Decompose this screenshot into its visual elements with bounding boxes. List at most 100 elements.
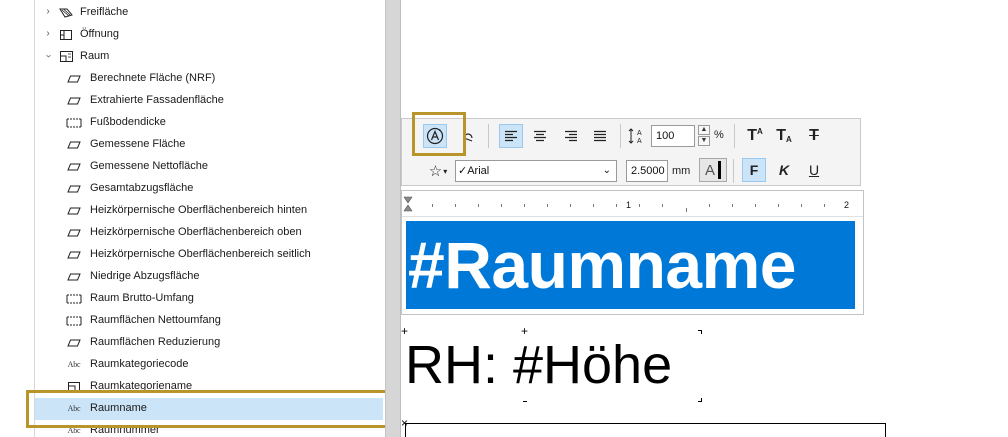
subscript-sub: A	[786, 135, 792, 144]
tree-item-child[interactable]: Berechnete Fläche (NRF)	[0, 68, 383, 90]
line-spacing-input[interactable]: 100	[651, 125, 695, 147]
bold-button[interactable]: F	[742, 158, 766, 182]
tree-item-child[interactable]: Heizkörpernische Oberflächenbereich oben	[0, 222, 383, 244]
tree-item-label: Heizkörpernische Oberflächenbereich seit…	[90, 248, 311, 260]
room-icon	[58, 50, 74, 63]
chevron-right-icon[interactable]: ›	[42, 6, 54, 18]
area-icon	[66, 226, 82, 239]
tree-item-child[interactable]: Gesamtabzugsfläche	[0, 178, 383, 200]
checkmark-icon: ✓	[458, 165, 468, 177]
tree-item-child[interactable]: Raumflächen Reduzierung	[0, 332, 383, 354]
next-text-frame[interactable]	[405, 423, 886, 437]
align-left-button[interactable]	[499, 124, 523, 148]
font-size-input[interactable]: 2.5000	[626, 160, 668, 182]
superscript-button[interactable]: TA	[743, 124, 767, 148]
property-tree-panel: › Freifläche › Öffnung › Raum Berechnete	[0, 0, 393, 437]
autotext-button[interactable]	[423, 124, 447, 148]
frame-corner	[698, 330, 702, 334]
area-icon	[66, 182, 82, 195]
superscript-sup: A	[757, 127, 763, 136]
area-icon	[66, 160, 82, 173]
tree-item-child[interactable]: Gemessene Nettofläche	[0, 156, 383, 178]
ruler-mark-2: 2	[844, 200, 850, 210]
tree-item-label: Gesamtabzugsfläche	[90, 182, 194, 194]
font-select[interactable]: ✓Arial ⌄	[455, 160, 617, 182]
tree-item-label: Raumkategoriename	[90, 380, 193, 392]
tree-item-freiflaeche[interactable]: › Freifläche	[0, 2, 383, 24]
tree-item-child[interactable]: Abc Raumnummer	[0, 420, 383, 437]
ruler-mark-1: 1	[626, 200, 632, 210]
editor-canvas: AA 100 ▲ ▼ % TA TA T ☆ ▾ ✓Arial ⌄ 2.5000 …	[401, 0, 1008, 437]
opening-icon	[58, 28, 74, 41]
text-color-button[interactable]: A	[699, 158, 727, 182]
panel-splitter[interactable]	[385, 0, 401, 437]
tree-item-child[interactable]: Raum Brutto-Umfang	[0, 288, 383, 310]
toolbar-divider	[733, 159, 734, 183]
spin-up-button[interactable]: ▲	[698, 125, 710, 135]
dimension-icon	[66, 292, 82, 305]
chevron-right-icon[interactable]: ›	[42, 28, 54, 40]
superscript-label: T	[747, 127, 757, 144]
tree-item-child[interactable]: Gemessene Fläche	[0, 134, 383, 156]
area-icon	[66, 204, 82, 217]
tree-item-label: Raum	[80, 50, 110, 62]
text-edit-block[interactable]: 1 2 #Raumname	[401, 190, 864, 315]
tree-item-label: Öffnung	[80, 28, 119, 40]
text-icon: Abc	[67, 360, 81, 369]
tree-item-child[interactable]: Niedrige Abzugsfläche	[0, 266, 383, 288]
area-icon	[66, 336, 82, 349]
tree-item-child[interactable]: Heizkörpernische Oberflächenbereich seit…	[0, 244, 383, 266]
color-letter: A	[704, 161, 715, 179]
tree-item-label: Heizkörpernische Oberflächenbereich oben	[90, 226, 302, 238]
subscript-button[interactable]: TA	[772, 124, 796, 148]
percent-unit: %	[714, 129, 724, 141]
font-name: Arial	[467, 165, 490, 177]
dimension-icon	[66, 116, 82, 129]
svg-text:A: A	[637, 138, 642, 145]
chevron-down-icon[interactable]: ›	[42, 50, 54, 62]
indent-marker-icon[interactable]	[403, 196, 413, 212]
tree-item-child[interactable]: Extrahierte Fassadenfläche	[0, 90, 383, 112]
area-icon	[66, 270, 82, 283]
align-right-button[interactable]	[559, 124, 583, 148]
frame-corner	[698, 398, 702, 402]
freeform-surface-icon	[58, 6, 74, 19]
height-autotext[interactable]: RH: #Höhe	[405, 330, 672, 400]
spin-down-button[interactable]: ▼	[698, 136, 710, 146]
chevron-down-icon[interactable]: ⌄	[603, 161, 611, 181]
tree-item-label: Gemessene Fläche	[90, 138, 186, 150]
tree-item-label: Fußbodendicke	[90, 116, 166, 128]
tree-item-label: Raumflächen Nettoumfang	[90, 314, 221, 326]
favorites-star-icon[interactable]: ☆ ▾	[426, 159, 450, 183]
tree-item-raumname[interactable]: Abc Raumname	[35, 398, 383, 420]
text-icon: Abc	[67, 404, 81, 413]
autotext-reference-icon[interactable]	[456, 124, 480, 148]
tree-item-label: Heizkörpernische Oberflächenbereich hint…	[90, 204, 308, 216]
line-spacing-icon: AA	[626, 124, 650, 148]
color-swatch	[718, 161, 721, 179]
tree-item-child[interactable]: Fußbodendicke	[0, 112, 383, 134]
align-justify-button[interactable]	[588, 124, 612, 148]
italic-button[interactable]: K	[772, 158, 796, 182]
text-ruler: 1 2	[402, 191, 863, 217]
tree-item-label: Extrahierte Fassadenfläche	[90, 94, 224, 106]
underline-button[interactable]: U	[802, 158, 826, 182]
tree-item-child[interactable]: Abc Raumkategoriecode	[0, 354, 383, 376]
tree-item-label: Niedrige Abzugsfläche	[90, 270, 200, 282]
tree-item-label: Raumkategoriecode	[90, 358, 189, 370]
tree-item-child[interactable]: Heizkörpernische Oberflächenbereich hint…	[0, 200, 383, 222]
strikethrough-button[interactable]: T	[802, 124, 826, 148]
area-icon	[66, 72, 82, 85]
selected-autotext[interactable]: #Raumname	[406, 221, 855, 309]
text-icon: Abc	[67, 426, 81, 435]
tree-item-label: Raumflächen Reduzierung	[90, 336, 221, 348]
subscript-label: T	[776, 127, 786, 144]
tree-item-raum[interactable]: › Raum	[0, 46, 383, 68]
tree-item-child[interactable]: Raumkategoriename	[0, 376, 383, 398]
align-center-button[interactable]	[528, 124, 552, 148]
tree-item-label: Raumname	[90, 402, 147, 414]
area-icon	[66, 94, 82, 107]
tree-item-label: Berechnete Fläche (NRF)	[90, 72, 216, 84]
tree-item-oeffnung[interactable]: › Öffnung	[0, 24, 383, 46]
tree-item-child[interactable]: Raumflächen Nettoumfang	[0, 310, 383, 332]
